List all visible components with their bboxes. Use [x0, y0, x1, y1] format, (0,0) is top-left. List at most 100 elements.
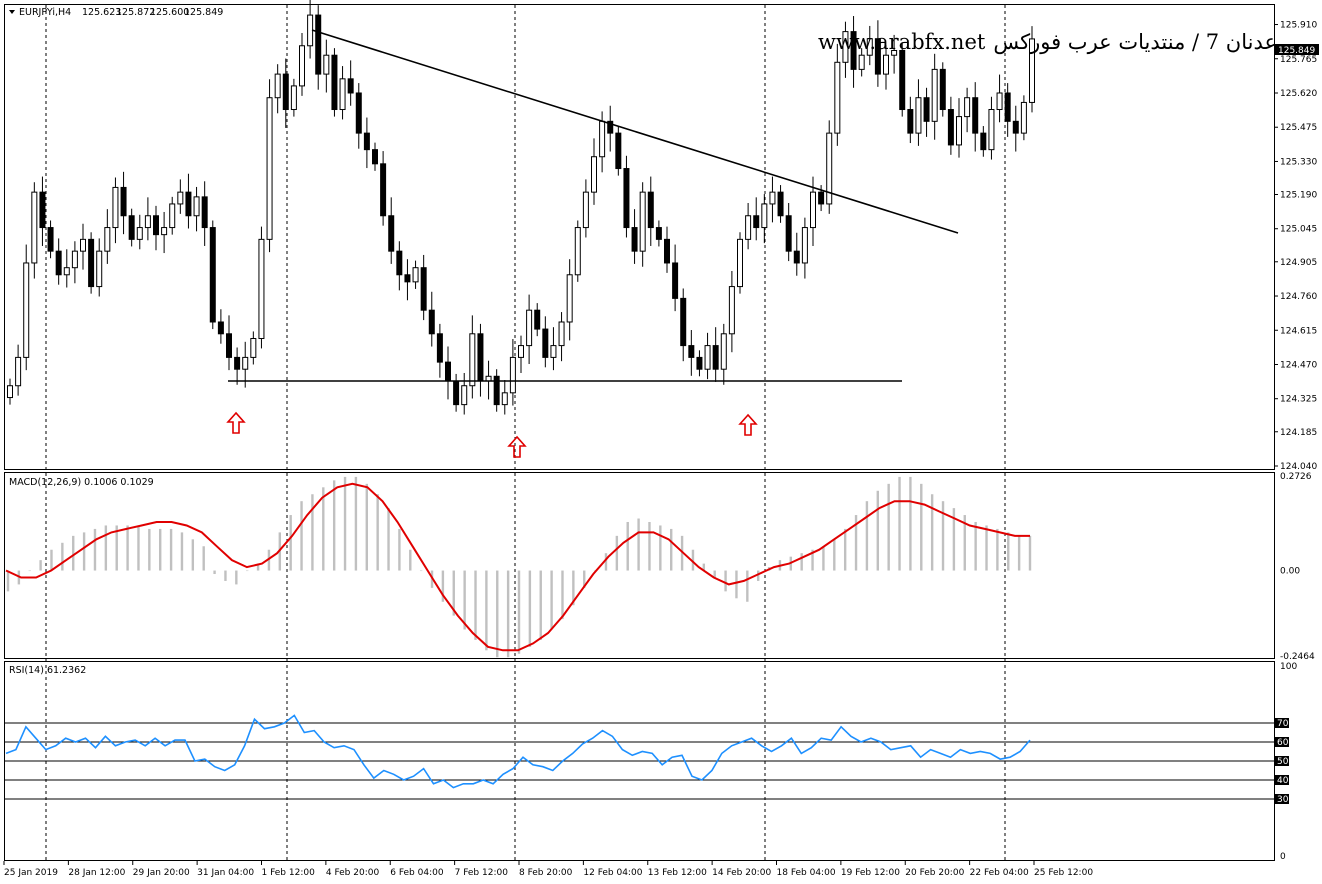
candle-body	[355, 92, 362, 134]
candle	[226, 315, 232, 371]
candle-body	[420, 267, 427, 311]
candle	[461, 372, 468, 415]
time-tick-label: 6 Feb 04:00	[390, 868, 444, 878]
candle-body	[201, 196, 208, 229]
macd-bar	[615, 535, 619, 571]
candle	[907, 96, 914, 144]
candle-body	[177, 191, 184, 205]
candle	[988, 96, 995, 160]
macd-bar	[550, 570, 553, 630]
price-tick-label: 125.190	[1280, 191, 1317, 201]
candle	[120, 171, 127, 235]
macd-bar	[300, 501, 303, 571]
candle	[972, 82, 979, 152]
candle-body	[672, 262, 679, 299]
candle	[436, 323, 443, 378]
candle	[485, 360, 492, 400]
macd-bar	[496, 570, 499, 658]
candle-body	[550, 345, 557, 358]
candle	[177, 179, 184, 214]
candle-body	[526, 309, 533, 347]
candle	[104, 209, 111, 264]
candle-body	[209, 227, 216, 323]
macd-bar	[191, 539, 195, 571]
candle	[728, 270, 735, 353]
candle	[363, 117, 370, 169]
macd-bar	[224, 570, 227, 581]
macd-bar	[322, 487, 325, 571]
candle	[680, 288, 687, 362]
candle-body	[47, 227, 54, 252]
candle-body	[931, 68, 938, 122]
time-tick-label: 7 Feb 12:00	[455, 868, 509, 878]
macd-bar	[93, 528, 97, 571]
candle	[217, 309, 224, 344]
candle-body	[631, 227, 638, 252]
candle-body	[664, 238, 670, 264]
macd-bar	[909, 476, 912, 571]
candle-body	[972, 97, 979, 134]
candle-body	[810, 191, 816, 229]
candle	[274, 64, 281, 114]
candle	[542, 316, 549, 368]
time-tick-label: 18 Feb 04:00	[777, 868, 836, 878]
candle-body	[331, 54, 338, 111]
symbol-label: EURJPYi,H4	[19, 7, 71, 18]
candle	[388, 197, 395, 264]
dropdown-triangle-icon[interactable]	[9, 10, 15, 14]
candle-body	[404, 274, 411, 283]
candle	[647, 176, 654, 246]
candle-body	[315, 14, 322, 75]
candle	[96, 238, 103, 297]
day-separators	[45, 5, 1006, 860]
candle	[153, 205, 159, 251]
candle	[1020, 95, 1027, 141]
macd-bar	[169, 528, 173, 571]
candle	[209, 220, 216, 330]
candle-body	[428, 309, 435, 335]
candle-body	[591, 156, 597, 193]
candle	[534, 303, 541, 337]
macd-bar	[920, 483, 923, 571]
macd-bar	[148, 528, 151, 571]
candle-body	[915, 97, 922, 134]
candle	[15, 344, 22, 396]
rsi-tick-label: 60	[1277, 738, 1289, 748]
candle	[591, 138, 597, 205]
up-arrow-icon	[507, 435, 527, 458]
macd-bar	[626, 521, 629, 571]
macd-bar	[941, 501, 945, 571]
macd-bar	[398, 528, 401, 571]
watermark-arabic: عدنان 7 / منتديات عرب فوركس	[993, 30, 1278, 54]
candle-body	[947, 109, 954, 146]
candle	[956, 98, 962, 158]
candle	[469, 315, 476, 399]
candle	[753, 197, 760, 241]
macd-tick-label: 0.00	[1280, 567, 1300, 577]
candle	[339, 66, 346, 120]
candle	[526, 294, 533, 365]
candle-body	[858, 54, 865, 70]
candle	[769, 176, 776, 223]
macd-bar	[898, 476, 901, 571]
candle-body	[161, 227, 168, 236]
candle	[623, 155, 630, 238]
watermark-url: www.arabfx.net	[818, 30, 986, 54]
candle-body	[599, 120, 606, 158]
time-tick-label: 4 Feb 20:00	[326, 868, 380, 878]
candle	[290, 78, 297, 117]
candle-body	[501, 392, 508, 406]
candle	[404, 259, 411, 301]
candle-body	[1012, 120, 1019, 134]
macd-label: MACD(12,26,9) 0.1006 0.1029	[9, 477, 154, 488]
macd-bar	[463, 570, 466, 630]
candle	[169, 196, 176, 235]
candle	[664, 226, 670, 273]
candle-body	[380, 163, 387, 217]
macd-histogram	[6, 476, 1032, 658]
time-tick-label: 19 Feb 12:00	[841, 868, 900, 878]
candle-body	[923, 97, 930, 122]
candle	[47, 220, 54, 259]
candle-body	[282, 73, 289, 111]
macd-bar	[974, 521, 977, 571]
